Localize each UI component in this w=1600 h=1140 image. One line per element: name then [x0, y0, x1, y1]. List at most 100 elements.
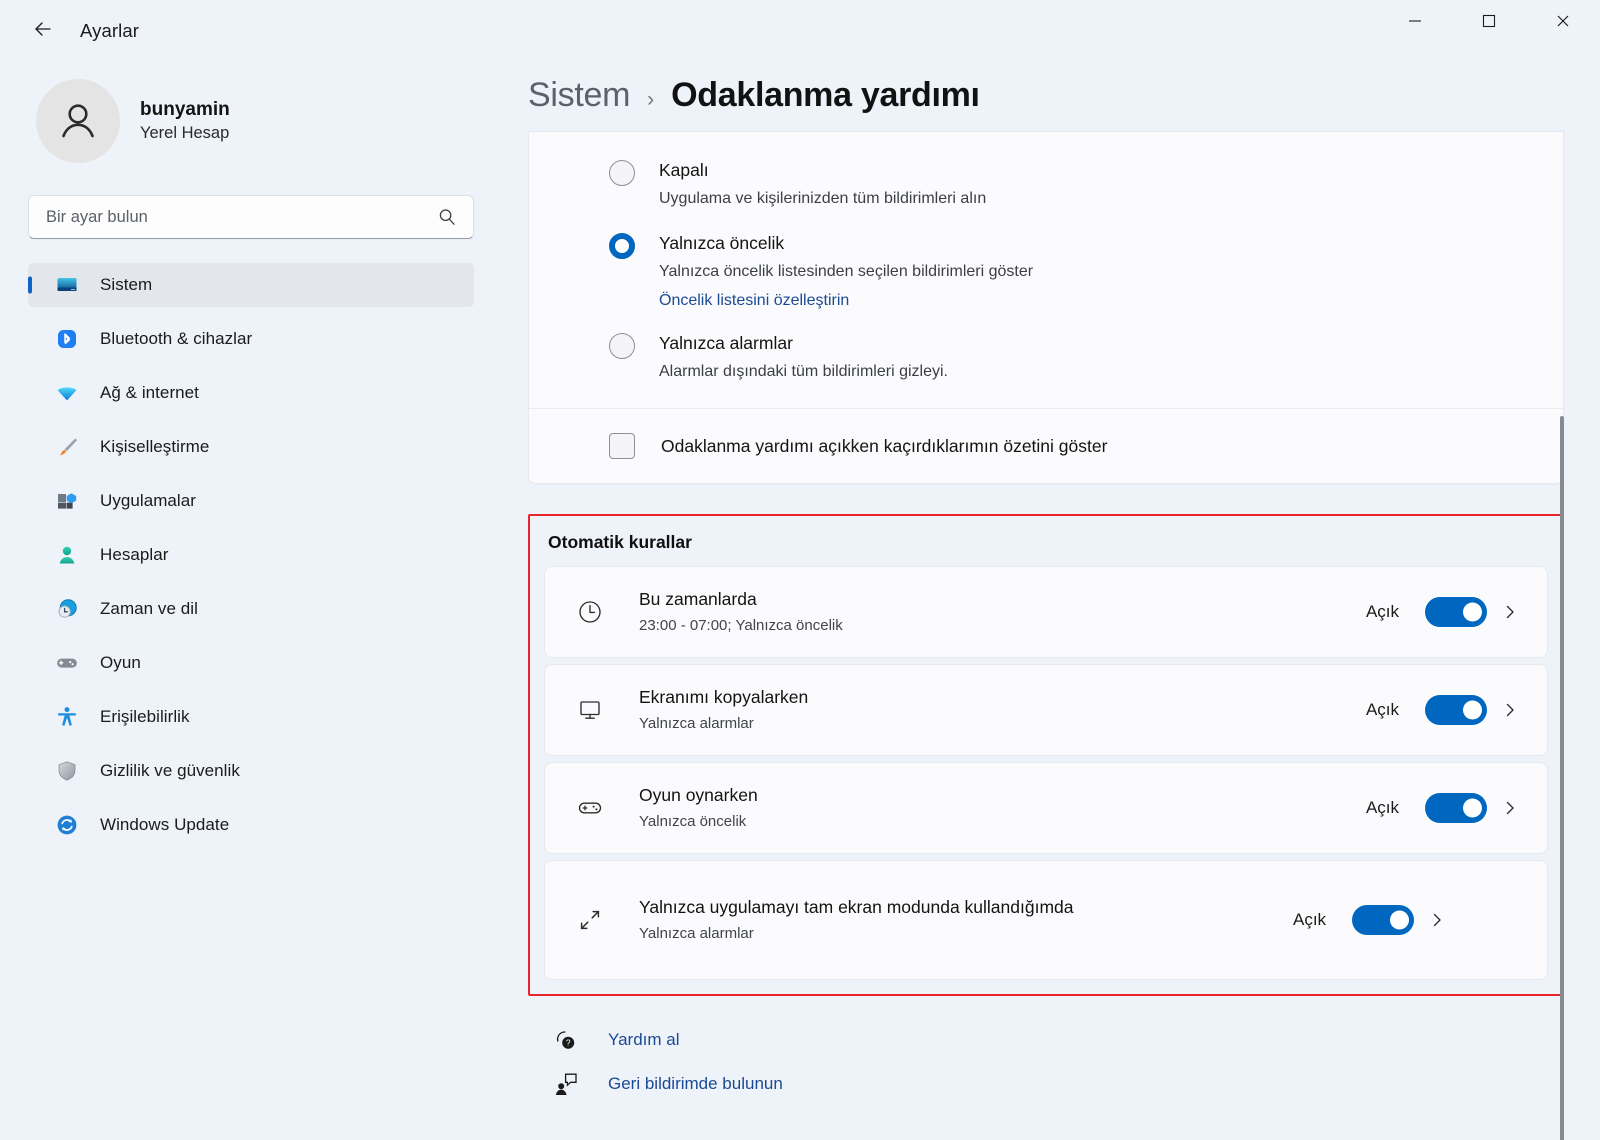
sidebar-item-label: Ağ & internet — [100, 383, 199, 402]
rule-state-label: Açık — [1365, 798, 1399, 818]
rule-toggle[interactable] — [1352, 905, 1415, 936]
rule-subtitle: Yalnızca alarmlar — [639, 715, 754, 733]
close-icon — [1554, 12, 1572, 35]
back-button[interactable] — [22, 11, 64, 51]
window-controls — [1378, 0, 1600, 46]
rule-state-label: Açık — [1365, 700, 1399, 720]
rule-row-ekranimi-kopyalarken[interactable]: Ekranımı kopyalarken Yalnızca alarmlar A… — [544, 664, 1548, 757]
minimize-icon — [1406, 12, 1424, 35]
chevron-right-icon[interactable] — [1414, 910, 1460, 930]
summary-checkbox[interactable] — [609, 433, 635, 460]
search-box[interactable] — [28, 195, 474, 239]
focus-mode-card: Kapalı Uygulama ve kişilerinizden tüm bi… — [528, 131, 1564, 409]
sidebar-item-uygulamalar[interactable]: Uygulamalar — [28, 479, 474, 523]
gamepad-icon — [54, 650, 80, 676]
vertical-scrollbar[interactable] — [1560, 416, 1564, 1140]
minimize-button[interactable] — [1378, 0, 1452, 46]
rule-toggle[interactable] — [1425, 793, 1487, 824]
sidebar-item-hesaplar[interactable]: Hesaplar — [28, 533, 474, 577]
rule-toggle[interactable] — [1425, 695, 1487, 726]
focus-option-yalnizca-oncelik[interactable]: Yalnızca öncelik Yalnızca öncelik listes… — [529, 221, 1563, 322]
sidebar-item-kisisellestirme[interactable]: Kişiselleştirme — [28, 425, 474, 469]
fullscreen-arrows-icon — [567, 905, 613, 935]
svg-text:?: ? — [566, 1038, 571, 1048]
monitor-duplicate-icon — [567, 695, 613, 725]
person-icon — [54, 542, 80, 568]
sidebar-item-label: Hesaplar — [100, 545, 169, 564]
apps-grid-icon — [54, 488, 80, 514]
sidebar-item-label: Gizlilik ve güvenlik — [100, 761, 240, 780]
breadcrumb-parent[interactable]: Sistem — [528, 76, 630, 115]
clock-icon — [567, 597, 613, 627]
sidebar-item-label: Bluetooth & cihazlar — [100, 329, 253, 348]
sidebar-item-zaman-ve-dil[interactable]: Zaman ve dil — [28, 587, 474, 631]
radio-button-selected[interactable] — [609, 232, 635, 259]
sidebar-item-windows-update[interactable]: Windows Update — [28, 803, 474, 847]
maximize-button[interactable] — [1452, 0, 1526, 46]
option-description: Uygulama ve kişilerinizden tüm bildiriml… — [659, 189, 987, 207]
settings-window: Ayarlar bunyamin Yerel Hesap Bir ayar bu… — [0, 0, 1600, 1140]
page-title: Odaklanma yardımı — [671, 76, 980, 114]
rule-toggle[interactable] — [1425, 597, 1487, 628]
sidebar-item-gizlilik-ve-guvenlik[interactable]: Gizlilik ve güvenlik — [28, 749, 474, 793]
rule-title: Bu zamanlarda — [639, 589, 757, 610]
get-help-link[interactable]: ? Yardım al — [552, 1018, 1564, 1062]
account-name: bunyamin — [140, 98, 230, 120]
sidebar-item-label: Windows Update — [100, 815, 230, 834]
rule-row-oyun-oynarken[interactable]: Oyun oynarken Yalnızca öncelik Açık — [544, 762, 1548, 855]
rule-row-bu-zamanlarda[interactable]: Bu zamanlarda 23:00 - 07:00; Yalnızca ön… — [544, 566, 1548, 659]
customize-priority-list-link[interactable]: Öncelik listesini özelleştirin — [659, 292, 849, 310]
option-title: Kapalı — [659, 160, 709, 180]
update-refresh-icon — [54, 812, 80, 838]
option-title: Yalnızca alarmlar — [659, 333, 793, 354]
settings-scroll-area: Kapalı Uygulama ve kişilerinizden tüm bi… — [528, 131, 1564, 1140]
sidebar-item-ag-internet[interactable]: Ağ & internet — [28, 371, 474, 415]
feedback-person-icon — [552, 1071, 580, 1097]
sidebar-item-label: Sistem — [100, 275, 153, 294]
main-content: Sistem › Odaklanma yardımı Kapalı Uygula… — [500, 62, 1600, 1140]
focus-option-kapali[interactable]: Kapalı Uygulama ve kişilerinizden tüm bi… — [529, 148, 1563, 221]
bluetooth-icon — [54, 326, 80, 352]
focus-option-yalnizca-alarmlar[interactable]: Yalnızca alarmlar Alarmlar dışındaki tüm… — [529, 321, 1563, 394]
rule-row-tam-ekran-modunda[interactable]: Yalnızca uygulamayı tam ekran modunda ku… — [544, 860, 1548, 981]
radio-button[interactable] — [609, 333, 635, 360]
account-block[interactable]: bunyamin Yerel Hesap — [36, 79, 474, 163]
shield-icon — [54, 758, 80, 784]
toggle-knob — [1390, 910, 1410, 930]
summary-checkbox-row[interactable]: Odaklanma yardımı açıkken kaçırdıklarımı… — [528, 408, 1564, 485]
give-feedback-link[interactable]: Geri bildirimde bulunun — [552, 1062, 1564, 1106]
rule-subtitle: 23:00 - 07:00; Yalnızca öncelik — [639, 617, 843, 635]
radio-button[interactable] — [609, 160, 635, 186]
maximize-icon — [1480, 12, 1498, 35]
accessibility-icon — [54, 704, 80, 730]
sidebar-item-erisilebilirlik[interactable]: Erişilebilirlik — [28, 695, 474, 739]
app-title: Ayarlar — [80, 20, 139, 41]
bottom-links: ? Yardım al Geri bildirimde bulunun — [528, 1018, 1564, 1106]
toggle-knob — [1463, 798, 1482, 818]
rule-title: Yalnızca uygulamayı tam ekran modunda ku… — [639, 897, 1074, 918]
breadcrumb-separator-icon: › — [647, 88, 655, 111]
help-question-icon: ? — [552, 1027, 580, 1053]
sidebar-item-oyun[interactable]: Oyun — [28, 641, 474, 685]
wifi-icon — [54, 380, 80, 406]
sidebar-item-sistem[interactable]: Sistem — [28, 263, 474, 307]
breadcrumb: Sistem › Odaklanma yardımı — [528, 76, 1564, 115]
close-button[interactable] — [1526, 0, 1600, 46]
sidebar-item-label: Oyun — [100, 653, 141, 672]
sidebar-item-label: Zaman ve dil — [100, 599, 198, 618]
search-icon — [437, 207, 457, 227]
search-input[interactable] — [29, 207, 473, 227]
summary-checkbox-label: Odaklanma yardımı açıkken kaçırdıklarımı… — [661, 435, 1108, 456]
sidebar-nav: Sistem Bluetooth & cihazlar Ağ & interne… — [28, 263, 474, 847]
option-description: Yalnızca öncelik listesinden seçilen bil… — [659, 262, 1034, 280]
chevron-right-icon[interactable] — [1487, 700, 1533, 720]
automatic-rules-title: Otomatik kurallar — [548, 532, 692, 553]
sidebar: bunyamin Yerel Hesap Bir ayar bulun Sist… — [0, 62, 500, 1140]
toggle-knob — [1463, 602, 1482, 622]
chevron-right-icon[interactable] — [1487, 798, 1533, 818]
sidebar-item-bluetooth-cihazlar[interactable]: Bluetooth & cihazlar — [28, 317, 474, 361]
chevron-right-icon[interactable] — [1487, 602, 1533, 622]
back-arrow-icon — [31, 17, 55, 46]
clock-globe-icon — [54, 596, 80, 622]
paintbrush-icon — [54, 434, 80, 460]
